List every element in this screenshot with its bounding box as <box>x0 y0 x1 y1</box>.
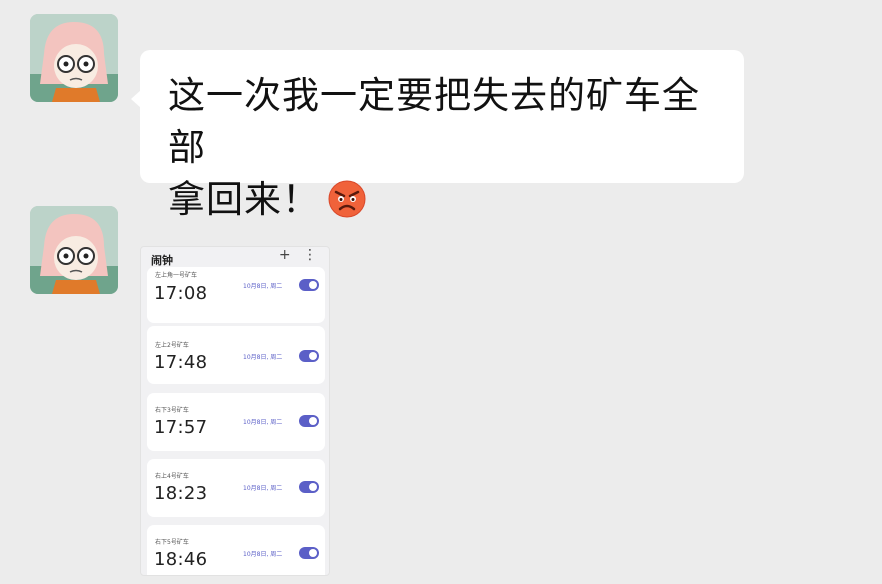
message-line-2: 拿回来！ <box>168 174 722 232</box>
alarm-time: 17:57 <box>154 417 208 438</box>
alarm-label: 右下3号矿车 <box>155 407 189 414</box>
alarm-actions: + ⋮ <box>271 247 317 263</box>
alarm-toggle <box>299 350 319 362</box>
message-line-1: 这一次我一定要把失去的矿车全部 <box>168 74 700 169</box>
alarm-time: 17:48 <box>154 352 208 373</box>
bubble-tail <box>131 90 141 108</box>
alarm-date: 10月8日, 周二 <box>243 283 283 290</box>
alarm-item: 右下3号矿车 17:57 10月8日, 周二 <box>147 393 325 451</box>
alarm-label: 右上4号矿车 <box>155 473 189 480</box>
alarm-date: 10月8日, 周二 <box>243 354 283 361</box>
alarm-toggle <box>299 481 319 493</box>
angry-face-icon <box>328 180 366 232</box>
alarm-date: 10月8日, 周二 <box>243 551 283 558</box>
message-bubble[interactable]: 这一次我一定要把失去的矿车全部 拿回来！ <box>131 50 744 221</box>
image-message[interactable]: 闹钟 + ⋮ 左上角一号矿车 17:08 10月8日, 周二 左上2号矿车 17… <box>140 246 330 576</box>
alarm-time: 17:08 <box>154 283 208 304</box>
alarm-toggle <box>299 547 319 559</box>
alarm-item: 左上角一号矿车 17:08 10月8日, 周二 <box>147 267 325 323</box>
sender-avatar[interactable] <box>30 14 118 102</box>
alarm-item: 左上2号矿车 17:48 10月8日, 周二 <box>147 326 325 384</box>
alarm-header: 闹钟 + ⋮ <box>141 247 329 269</box>
alarm-time: 18:23 <box>154 483 208 504</box>
message-line-2-text: 拿回来！ <box>168 178 320 221</box>
add-icon: + <box>278 247 291 263</box>
alarm-date: 10月8日, 周二 <box>243 485 283 492</box>
alarm-label: 左上2号矿车 <box>155 342 189 349</box>
alarm-item: 右上4号矿车 18:23 10月8日, 周二 <box>147 459 325 517</box>
alarm-label: 右下5号矿车 <box>155 539 189 546</box>
alarm-time: 18:46 <box>154 549 208 570</box>
alarm-date: 10月8日, 周二 <box>243 419 283 426</box>
more-icon: ⋮ <box>303 247 317 263</box>
alarm-label: 左上角一号矿车 <box>155 272 198 279</box>
alarm-toggle <box>299 279 319 291</box>
alarm-item: 右下5号矿车 18:46 10月8日, 周二 <box>147 525 325 575</box>
alarm-title: 闹钟 <box>151 254 173 267</box>
alarm-toggle <box>299 415 319 427</box>
sender-avatar[interactable] <box>30 206 118 294</box>
